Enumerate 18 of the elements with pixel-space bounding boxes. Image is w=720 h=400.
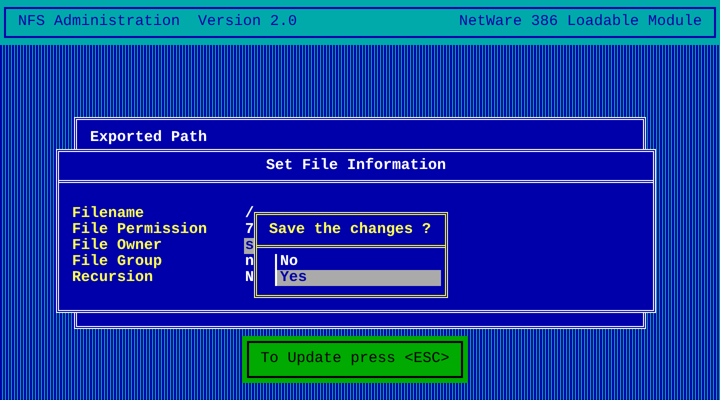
- field-label: File Permission: [72, 222, 208, 238]
- field-value[interactable]: N: [244, 270, 256, 286]
- window-title: Exported Path: [90, 129, 208, 146]
- hint-text: To Update press <ESC>: [260, 349, 450, 370]
- field-label: Filename: [72, 206, 146, 222]
- menu-option[interactable]: No: [277, 254, 441, 270]
- field-value[interactable]: n: [244, 254, 256, 270]
- field-value[interactable]: 7: [244, 222, 256, 238]
- field-label: Recursion: [72, 270, 154, 286]
- field-value[interactable]: /: [244, 206, 256, 222]
- field-label: File Group: [72, 254, 164, 270]
- program-title: NFS Administration Version 2.0: [18, 12, 298, 32]
- field-value[interactable]: s: [244, 238, 256, 254]
- menu-option[interactable]: Yes: [277, 270, 441, 286]
- dialog-title: Save the changes ?: [269, 220, 432, 240]
- module-label: NetWare 386 Loadable Module: [458, 12, 702, 32]
- window-title: Set File Information: [266, 156, 446, 176]
- field-label: File Owner: [72, 238, 164, 254]
